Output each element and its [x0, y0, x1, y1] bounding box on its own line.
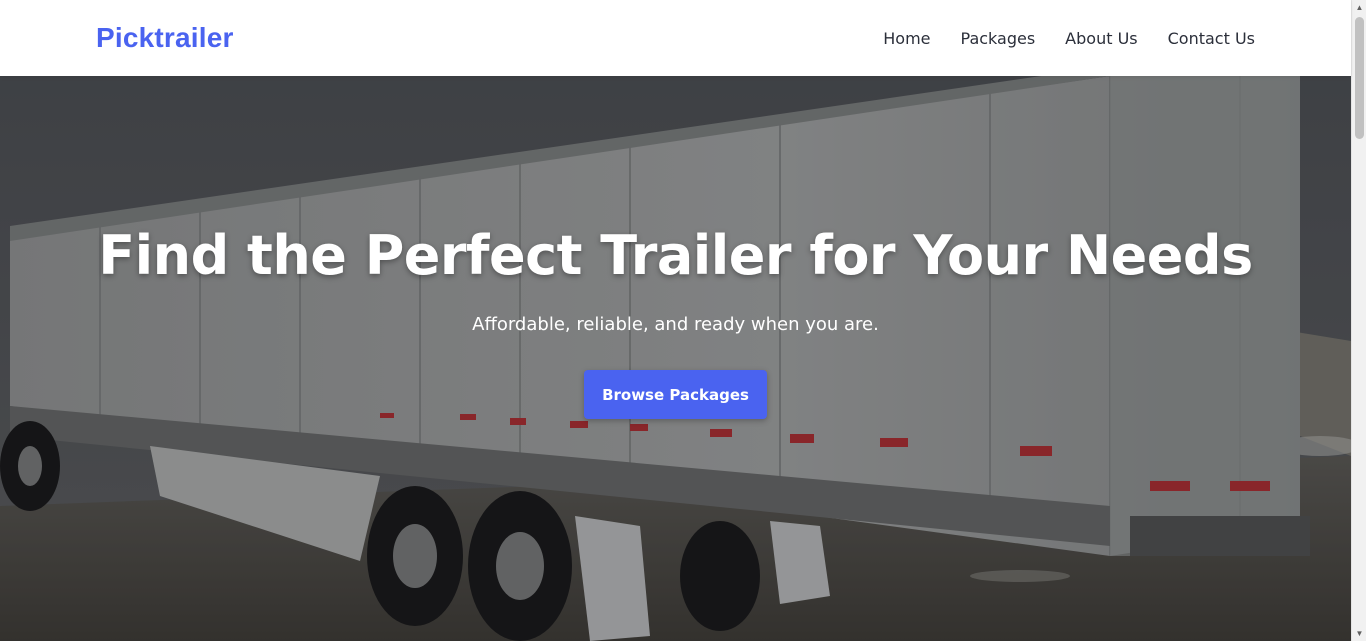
hero-content: Find the Perfect Trailer for Your Needs …: [0, 76, 1351, 641]
scrollbar-thumb[interactable]: [1355, 17, 1364, 139]
nav-links: Home Packages About Us Contact Us: [883, 29, 1255, 48]
triangle-up-icon[interactable]: ▲: [1352, 0, 1366, 15]
top-navbar: Picktrailer Home Packages About Us Conta…: [0, 0, 1351, 76]
nav-link-packages[interactable]: Packages: [961, 29, 1036, 48]
triangle-down-icon[interactable]: ▼: [1352, 626, 1366, 641]
hero-section: Find the Perfect Trailer for Your Needs …: [0, 76, 1351, 641]
hero-subtitle: Affordable, reliable, and ready when you…: [472, 314, 879, 335]
page-scrollbar[interactable]: ▲ ▼: [1351, 0, 1366, 641]
browse-packages-button[interactable]: Browse Packages: [584, 370, 767, 419]
nav-link-contact-us[interactable]: Contact Us: [1168, 29, 1255, 48]
hero-title: Find the Perfect Trailer for Your Needs: [98, 224, 1253, 287]
nav-link-home[interactable]: Home: [883, 29, 930, 48]
brand-logo-link[interactable]: Picktrailer: [96, 22, 234, 54]
nav-link-about-us[interactable]: About Us: [1065, 29, 1137, 48]
